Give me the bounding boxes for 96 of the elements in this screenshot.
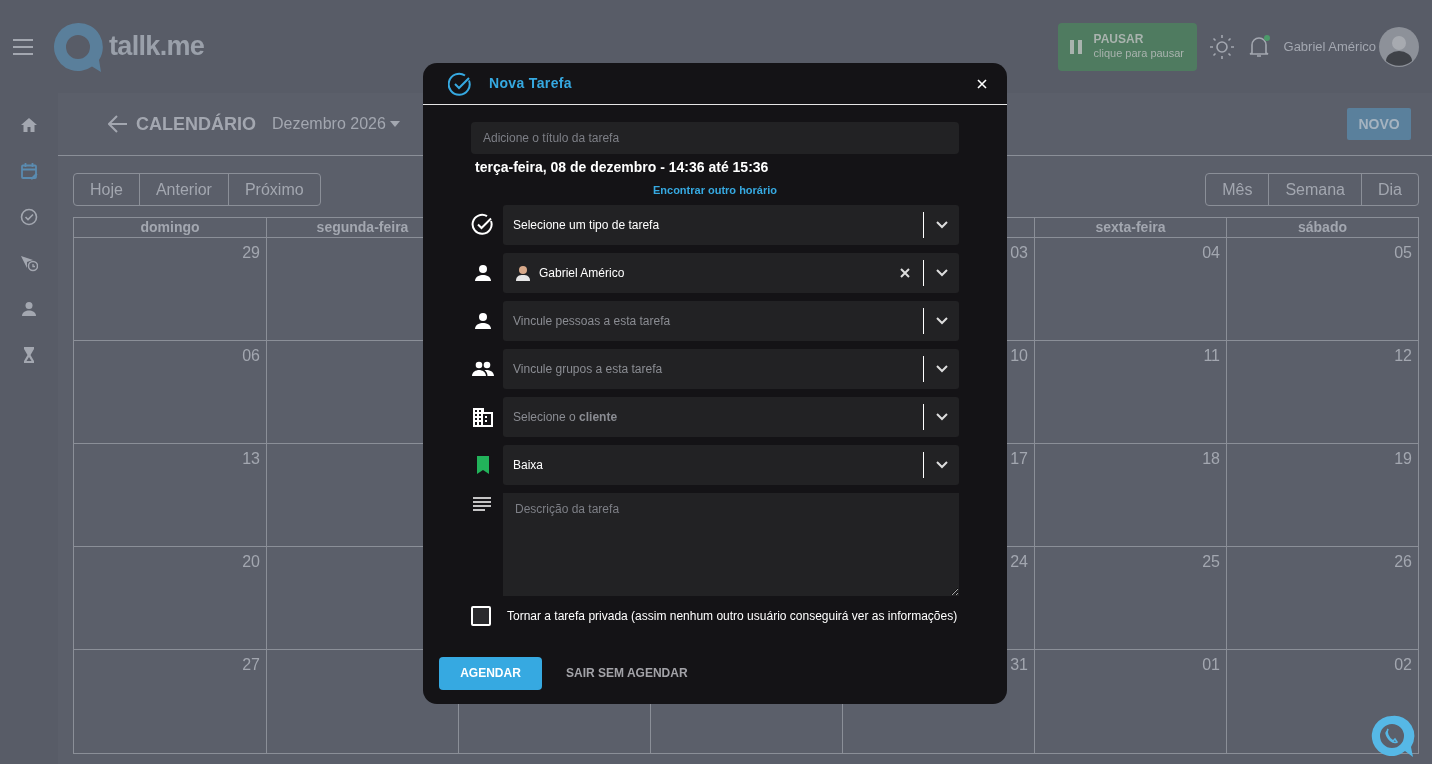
day-cell[interactable]: 27 (74, 650, 266, 753)
select-placeholder: Vincule grupos a esta tarefa (513, 360, 664, 378)
select-placeholder: Selecione o cliente (513, 408, 619, 426)
calendar-icon[interactable] (20, 162, 38, 180)
day-cell[interactable]: 01 (1034, 650, 1226, 753)
day-number: 19 (1394, 449, 1412, 467)
select-field[interactable]: Vincule grupos a esta tarefa (503, 348, 959, 389)
title-input[interactable]: Adicione o título da tarefa (471, 122, 959, 154)
view-button[interactable]: Dia (1361, 174, 1418, 205)
weekday-header: sábado (1298, 218, 1347, 237)
page-title: CALENDÁRIO (136, 112, 256, 136)
chevron-down-icon (936, 364, 948, 373)
day-cell[interactable]: 19 (1226, 444, 1418, 547)
pause-button[interactable]: PAUSAR clique para pausar (1057, 22, 1197, 71)
close-button[interactable] (975, 76, 989, 91)
day-number: 11 (1203, 346, 1220, 364)
day-cell[interactable]: 11 (1034, 341, 1226, 444)
chevron-down-icon (936, 316, 948, 325)
weekday-header: sexta-feira (1095, 218, 1166, 237)
select-placeholder: Vincule pessoas a esta tarefa (513, 312, 672, 330)
day-number: 06 (242, 346, 260, 364)
select-field[interactable]: Vincule pessoas a esta tarefa (503, 300, 959, 341)
date-time-text: terça-feira, 08 de dezembro - 14:36 até 15:36 (475, 158, 770, 177)
home-icon[interactable] (20, 116, 38, 134)
private-task-label: Tornar a tarefa privada (assim nenhum outro usuário conseguirá ver as informações) (507, 607, 958, 625)
day-number: 04 (1202, 243, 1220, 261)
flag-clock-icon[interactable] (20, 254, 38, 272)
check-circle-icon (448, 71, 472, 96)
day-number: 26 (1394, 552, 1412, 570)
day-cell[interactable]: 13 (74, 444, 266, 547)
person-icon[interactable] (20, 300, 38, 318)
day-number: 03 (1010, 243, 1028, 261)
month-dropdown[interactable]: Dezembro 2026 (272, 112, 400, 136)
select-value: Baixa (513, 456, 545, 474)
day-number: 13 (242, 449, 260, 467)
view-button[interactable]: Semana (1268, 174, 1361, 205)
back-arrow-icon[interactable] (108, 115, 128, 133)
select-field[interactable]: Gabriel Américo (503, 252, 959, 293)
day-number: 29 (242, 243, 260, 261)
sun-icon[interactable] (1209, 34, 1234, 59)
chevron-down-icon (936, 460, 948, 469)
day-cell[interactable]: 20 (74, 547, 266, 650)
nav-button[interactable]: Próximo (227, 174, 320, 205)
pause-icon (1069, 39, 1082, 54)
day-number: 24 (1010, 552, 1028, 570)
day-number: 20 (242, 552, 260, 570)
view-button[interactable]: Mês (1206, 174, 1269, 205)
day-cell[interactable]: 18 (1034, 444, 1226, 547)
day-number: 17 (1010, 449, 1028, 467)
chat-phone-icon[interactable] (1370, 714, 1416, 760)
select-field[interactable]: Selecione o cliente (503, 396, 959, 437)
description-icon (472, 496, 492, 511)
day-cell[interactable]: 12 (1226, 341, 1418, 444)
close-icon (977, 78, 987, 89)
weekday-header: segunda-feira (316, 218, 409, 237)
day-cell[interactable]: 25 (1034, 547, 1226, 650)
caret-icon (389, 121, 400, 127)
select-value: Gabriel Américo (539, 264, 626, 282)
nav-button[interactable]: Hoje (74, 174, 139, 205)
day-number: 02 (1394, 655, 1412, 673)
dialog-title: Nova Tarefa (489, 74, 572, 93)
day-number: 18 (1202, 449, 1220, 467)
leave-button[interactable]: SAIR SEM AGENDAR (566, 656, 688, 690)
day-number: 31 (1010, 655, 1028, 673)
day-number: 10 (1010, 346, 1028, 364)
weekday-header: domingo (140, 218, 200, 237)
schedule-button[interactable]: AGENDAR (439, 656, 542, 690)
new-button[interactable]: NOVO (1347, 108, 1411, 140)
select-field[interactable]: Baixa (503, 444, 959, 485)
day-number: 25 (1202, 552, 1220, 570)
clear-icon[interactable] (900, 267, 910, 278)
chevron-down-icon (936, 220, 948, 229)
private-checkbox[interactable] (471, 605, 491, 626)
avatar-icon (515, 264, 531, 281)
chevron-down-icon (936, 268, 948, 277)
chevron-down-icon (936, 412, 948, 421)
select-field[interactable]: Selecione um tipo de tarefa (503, 204, 959, 245)
check-circle-icon (471, 212, 495, 237)
day-number: 01 (1202, 655, 1220, 673)
day-number: 27 (242, 655, 260, 673)
day-number: 12 (1394, 346, 1412, 364)
day-cell[interactable]: 05 (1226, 238, 1418, 341)
day-number: 05 (1394, 243, 1412, 261)
day-cell[interactable]: 06 (74, 341, 266, 444)
day-cell[interactable]: 04 (1034, 238, 1226, 341)
description-field[interactable]: Descrição da tarefa (503, 492, 959, 596)
day-cell[interactable]: 26 (1226, 547, 1418, 650)
day-cell[interactable]: 29 (74, 238, 266, 341)
check-circle-icon[interactable] (20, 208, 38, 226)
brand-name: tallk.me (109, 30, 205, 64)
menu-icon[interactable] (12, 38, 34, 55)
user-name[interactable]: Gabriel Américo (1283, 36, 1376, 57)
select-value: Selecione um tipo de tarefa (513, 216, 661, 234)
nav-button[interactable]: Anterior (138, 174, 228, 205)
avatar-icon[interactable] (1379, 26, 1419, 67)
find-time-link[interactable]: Encontrar outro horário (652, 182, 778, 199)
